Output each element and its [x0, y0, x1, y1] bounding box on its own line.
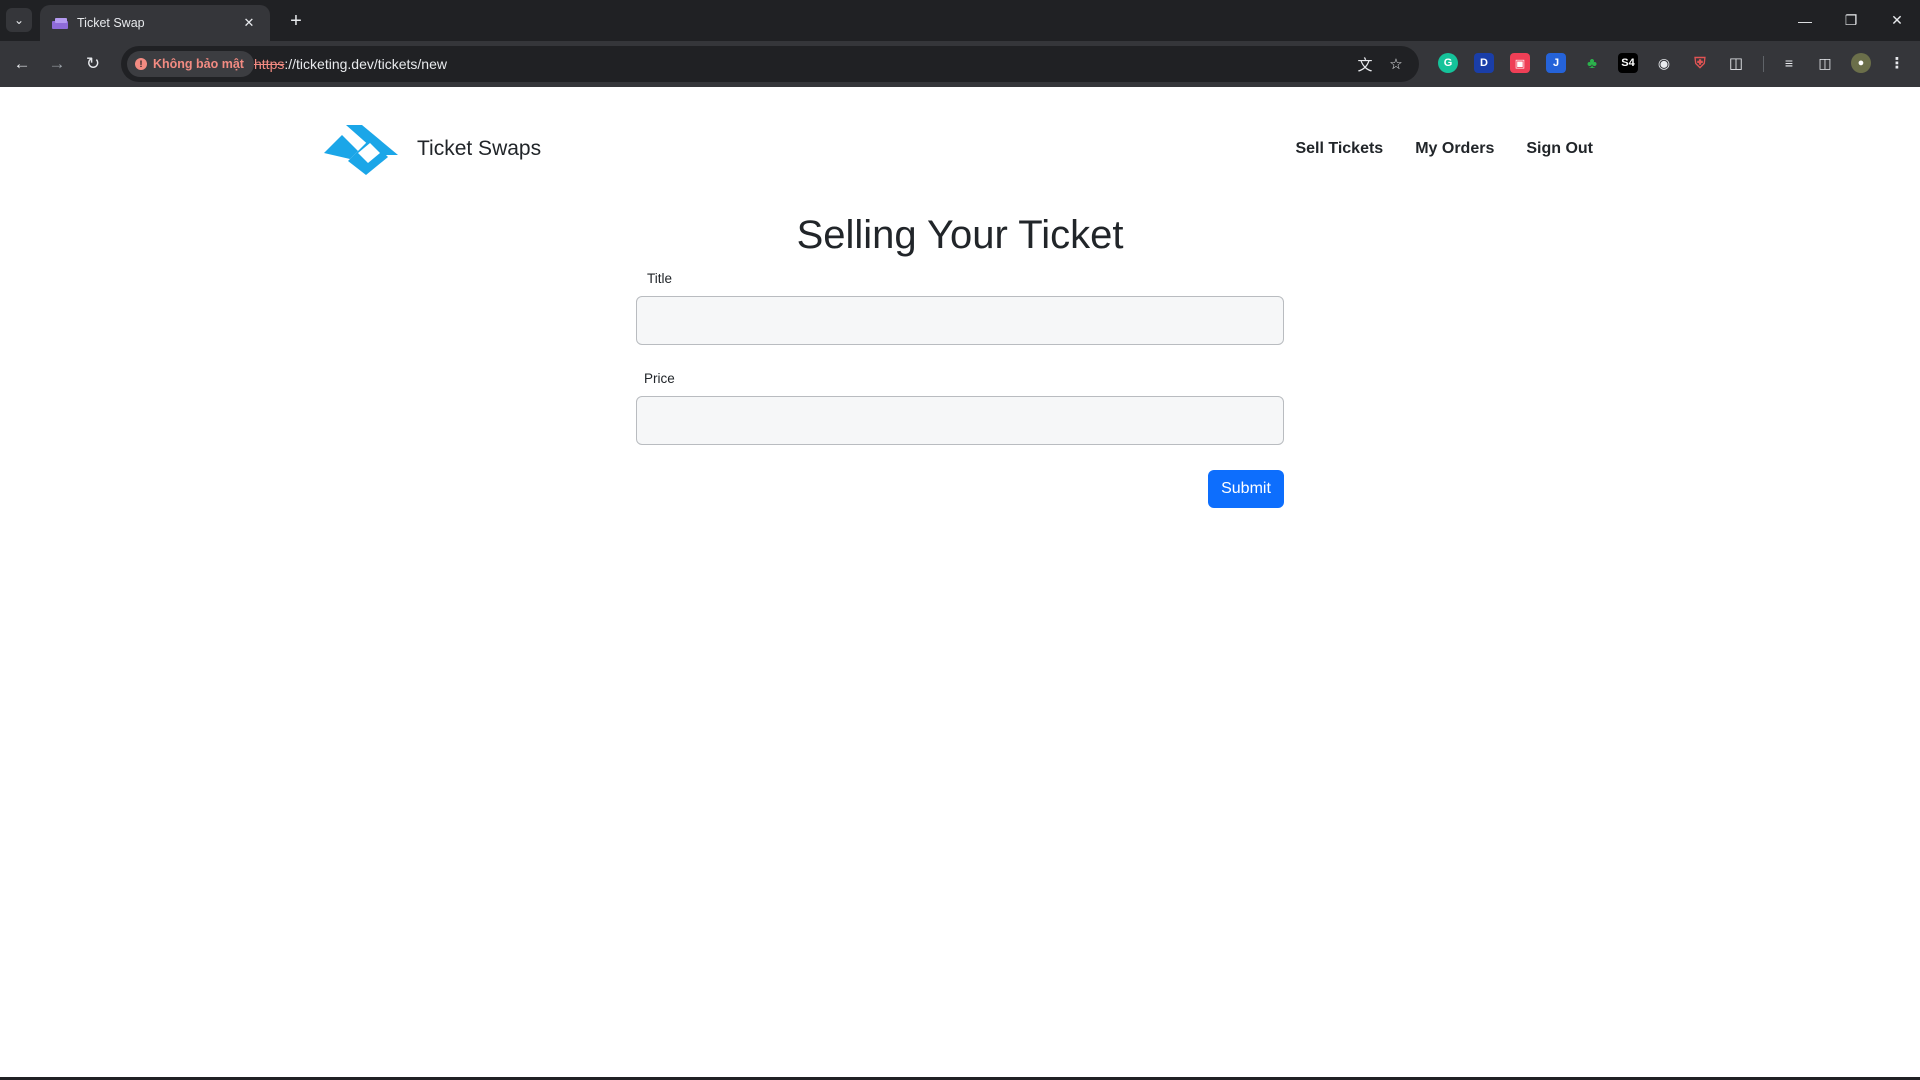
new-tab-button[interactable]: + — [284, 9, 308, 33]
restore-icon[interactable]: ❐ — [1828, 0, 1874, 41]
browser-tab[interactable]: Ticket Swap ✕ — [40, 5, 270, 41]
price-input[interactable] — [636, 396, 1284, 445]
reload-icon: ↻ — [85, 54, 101, 73]
s4-icon[interactable]: S4 — [1618, 53, 1638, 73]
forward-button[interactable]: → — [45, 52, 69, 76]
url-scheme: https — [254, 56, 285, 72]
menu-icon[interactable]: ⋮ — [1887, 53, 1907, 73]
close-window-icon[interactable]: ✕ — [1874, 0, 1920, 41]
title-input[interactable] — [636, 296, 1284, 345]
side-panel-icon[interactable]: ◫ — [1815, 53, 1835, 73]
back-button[interactable]: ← — [10, 52, 34, 76]
toolbar-divider — [1763, 56, 1764, 72]
dashlane-icon[interactable]: D — [1474, 53, 1494, 73]
tab-favicon-icon — [52, 18, 68, 29]
security-label: Không bảo mật — [153, 57, 244, 71]
page: Ticket Swaps Sell Tickets My Orders Sign… — [0, 87, 1920, 1077]
browser-tabstrip: ⌄ Ticket Swap ✕ + — ❐ ✕ — [0, 0, 1920, 41]
submit-button[interactable]: Submit — [1208, 470, 1284, 508]
media-controls-icon[interactable]: ≡ — [1779, 53, 1799, 73]
browser-toolbar: ← → ↻ ! Không bảo mật https://ticketing.… — [0, 41, 1920, 87]
nav-link-sell-tickets[interactable]: Sell Tickets — [1295, 140, 1383, 158]
window-controls: — ❐ ✕ — [1782, 0, 1920, 41]
ticket-swaps-logo-icon[interactable] — [322, 123, 400, 177]
nav-link-sign-out[interactable]: Sign Out — [1526, 140, 1593, 158]
page-title: Selling Your Ticket — [796, 213, 1124, 257]
address-bar[interactable]: ! Không bảo mật https://ticketing.dev/ti… — [121, 46, 1419, 82]
shield-icon[interactable]: ⛨ — [1690, 53, 1710, 73]
title-label: Title — [647, 271, 673, 286]
tab-search-button[interactable]: ⌄ — [6, 8, 32, 32]
price-label: Price — [644, 371, 675, 386]
arrow-right-icon: → — [48, 54, 66, 73]
url-path: ://ticketing.dev/tickets/new — [284, 56, 447, 72]
plus-icon: + — [290, 9, 302, 32]
brand-name[interactable]: Ticket Swaps — [417, 137, 541, 161]
main-nav: Sell Tickets My Orders Sign Out — [1295, 140, 1593, 158]
puzzle-icon[interactable]: ◫ — [1726, 53, 1746, 73]
security-indicator[interactable]: ! Không bảo mật — [127, 51, 254, 77]
reload-button[interactable]: ↻ — [81, 52, 105, 76]
grammarly-icon[interactable]: G — [1438, 53, 1458, 73]
warning-icon: ! — [135, 58, 147, 70]
eye-icon[interactable]: ◉ — [1654, 53, 1674, 73]
translate-icon[interactable]: 文 — [1355, 54, 1375, 74]
minimize-icon[interactable]: — — [1782, 0, 1828, 41]
url-text[interactable]: https://ticketing.dev/tickets/new — [254, 56, 447, 72]
arrow-left-icon: ← — [13, 54, 31, 73]
close-icon[interactable]: ✕ — [240, 15, 258, 31]
star-icon[interactable]: ☆ — [1386, 54, 1406, 74]
tab-title: Ticket Swap — [77, 16, 145, 30]
clover-icon[interactable]: ♣ — [1582, 53, 1602, 73]
pocket-icon[interactable]: ▣ — [1510, 53, 1530, 73]
jira-icon[interactable]: J — [1546, 53, 1566, 73]
avatar[interactable]: ● — [1851, 53, 1871, 73]
nav-link-my-orders[interactable]: My Orders — [1415, 140, 1494, 158]
chevron-down-icon: ⌄ — [13, 13, 25, 27]
